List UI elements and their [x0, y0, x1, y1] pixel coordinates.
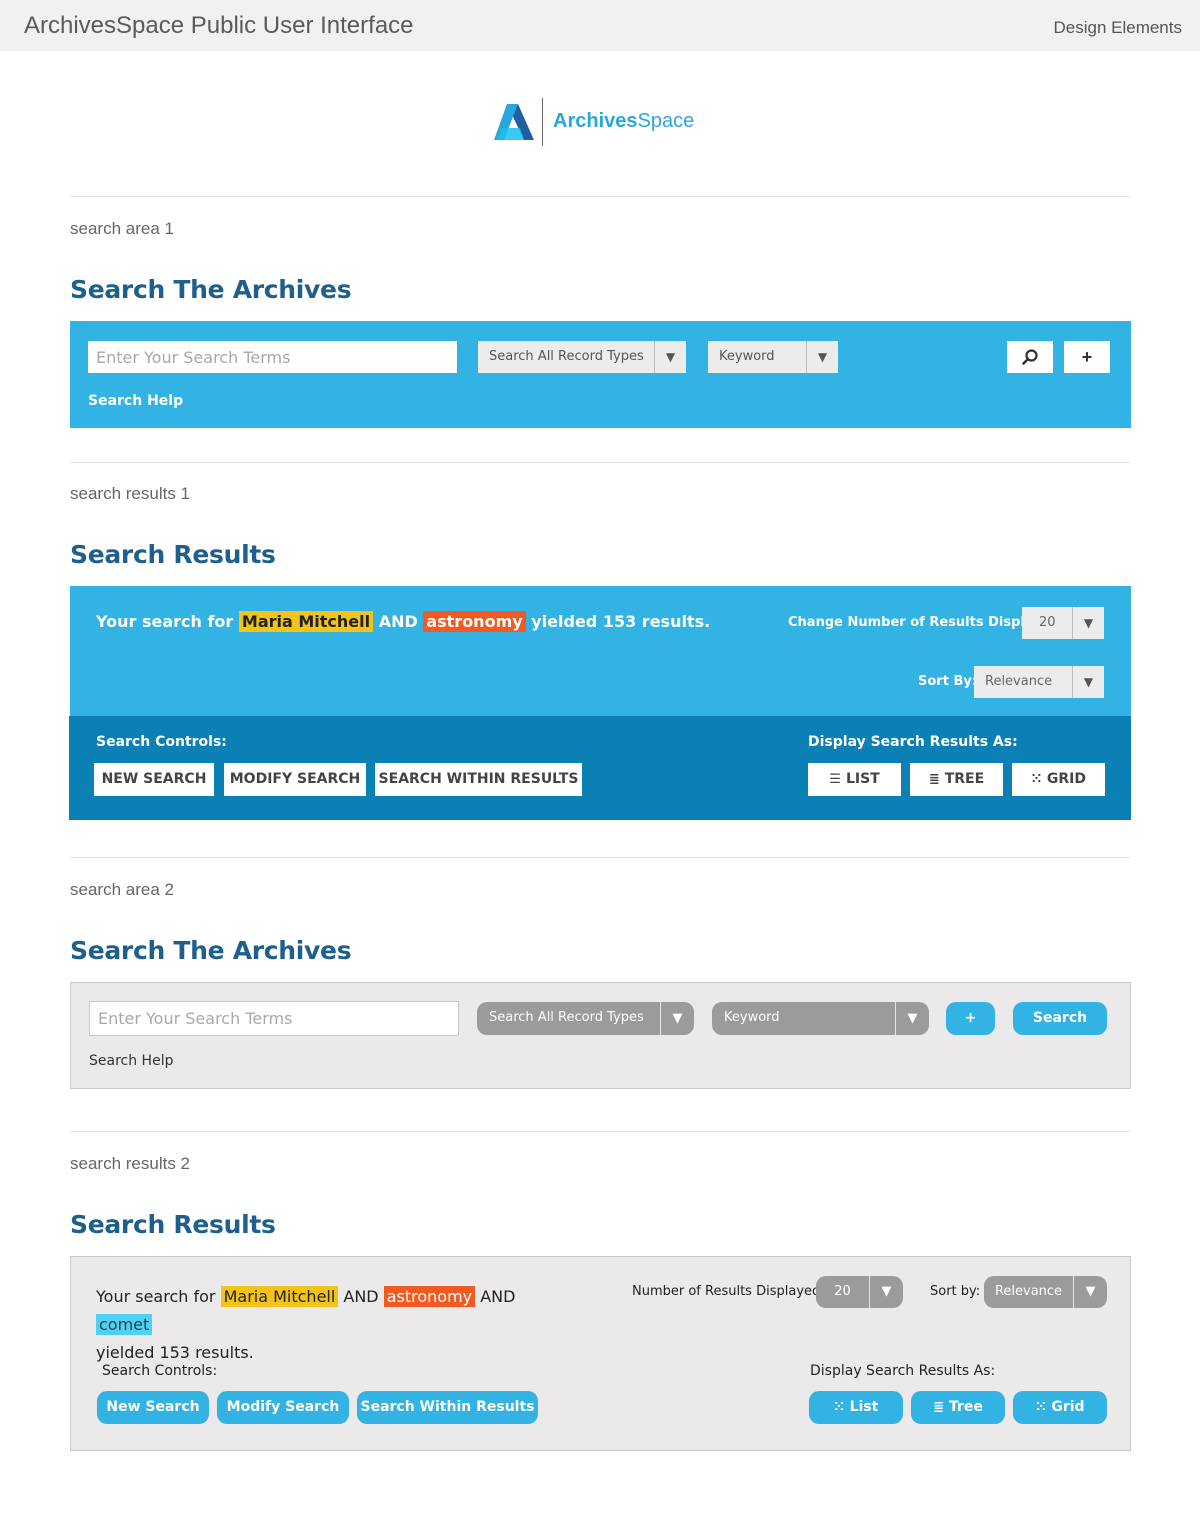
tree-icon: ≣ — [928, 772, 940, 787]
modify-search-button[interactable]: Modify Search — [217, 1391, 349, 1424]
dropdown-arrow-icon: ▼ — [806, 341, 838, 373]
section-label-search-area-2: search area 2 — [70, 880, 174, 899]
sort-by-label: Sort By: — [918, 674, 978, 689]
results-per-page-value: 20 — [834, 1284, 851, 1299]
search-term-highlight: astronomy — [383, 1286, 476, 1307]
app-title: ArchivesSpace Public User Interface — [24, 12, 414, 39]
record-type-value: Search All Record Types — [489, 349, 644, 364]
search-term-highlight: Maria Mitchell — [220, 1286, 339, 1307]
display-tree-button[interactable]: ≣ Tree — [911, 1391, 1005, 1424]
search-results-1-summary-panel: Your search for Maria Mitchell AND astro… — [70, 586, 1131, 716]
search-term-highlight: Maria Mitchell — [238, 611, 374, 632]
search-area-2-title: Search The Archives — [70, 936, 352, 965]
logo-divider — [542, 98, 543, 146]
search-field-select[interactable]: Keyword ▼ — [708, 341, 838, 373]
divider — [70, 1131, 1131, 1132]
divider — [70, 196, 1131, 197]
section-label-search-area-1: search area 1 — [70, 219, 174, 238]
sort-by-value: Relevance — [994, 1284, 1063, 1299]
divider — [70, 857, 1131, 858]
display-as-label: Display Search Results As: — [810, 1363, 996, 1379]
modify-search-button[interactable]: MODIFY SEARCH — [224, 763, 366, 796]
list-icon: ☰ — [829, 772, 841, 787]
search-controls-label: Search Controls: — [96, 734, 227, 750]
dropdown-arrow-icon: ▼ — [1072, 666, 1104, 698]
sort-by-select[interactable]: Relevance ▼ — [984, 1276, 1107, 1308]
sort-by-select[interactable]: Relevance ▼ — [974, 666, 1104, 698]
search-term-highlight: astronomy — [423, 611, 526, 632]
search-within-results-button[interactable]: SEARCH WITHIN RESULTS — [375, 763, 582, 796]
archivesspace-a-logo-icon — [494, 104, 534, 140]
search-results-1-controls-panel: Search Controls: NEW SEARCH MODIFY SEARC… — [69, 716, 1131, 820]
results-per-page-label: Number of Results Displayed: — [632, 1284, 825, 1299]
dropdown-arrow-icon: ▼ — [1073, 1276, 1107, 1308]
tree-icon: ≣ — [933, 1400, 944, 1415]
logo-wordmark: ArchivesSpace — [553, 110, 695, 132]
search-results-1-title: Search Results — [70, 540, 276, 569]
search-field-value: Keyword — [724, 1010, 780, 1025]
dropdown-arrow-icon: ▼ — [660, 1002, 694, 1035]
dropdown-arrow-icon: ▼ — [1072, 607, 1104, 639]
top-bar: ArchivesSpace Public User Interface Desi… — [0, 0, 1200, 51]
divider — [70, 462, 1131, 463]
search-input[interactable] — [89, 1001, 459, 1036]
design-elements-link[interactable]: Design Elements — [1053, 18, 1182, 38]
search-icon — [1022, 349, 1038, 365]
results-per-page-select[interactable]: 20 ▼ — [1022, 607, 1104, 639]
display-as-label: Display Search Results As: — [808, 734, 1018, 750]
display-list-button[interactable]: ⁙ List — [809, 1391, 903, 1424]
search-controls-label: Search Controls: — [102, 1363, 218, 1379]
display-grid-button[interactable]: ⁙ Grid — [1013, 1391, 1107, 1424]
search-term-highlight: comet — [96, 1314, 153, 1335]
record-type-select[interactable]: Search All Record Types ▼ — [477, 1002, 694, 1035]
new-search-button[interactable]: New Search — [97, 1391, 209, 1424]
add-search-row-button[interactable]: + — [946, 1002, 995, 1035]
search-field-select[interactable]: Keyword ▼ — [712, 1002, 929, 1035]
display-grid-button[interactable]: ⁙ GRID — [1012, 763, 1105, 796]
grid-icon: ⁙ — [833, 1400, 845, 1415]
section-label-search-results-2: search results 2 — [70, 1154, 190, 1173]
search-within-results-button[interactable]: Search Within Results — [357, 1391, 538, 1424]
search-field-value: Keyword — [719, 349, 775, 364]
sort-by-label: Sort by: — [930, 1284, 981, 1299]
record-type-value: Search All Record Types — [489, 1010, 644, 1025]
search-results-2-title: Search Results — [70, 1210, 276, 1239]
archivesspace-logo[interactable]: ArchivesSpace — [494, 98, 704, 146]
grid-icon: ⁙ — [1030, 772, 1042, 787]
new-search-button[interactable]: NEW SEARCH — [94, 763, 214, 796]
section-label-search-results-1: search results 1 — [70, 484, 190, 503]
sort-by-value: Relevance — [985, 674, 1053, 689]
dropdown-arrow-icon: ▼ — [654, 341, 686, 373]
search-area-1-title: Search The Archives — [70, 275, 352, 304]
dropdown-arrow-icon: ▼ — [869, 1276, 903, 1308]
grid-icon: ⁙ — [1035, 1400, 1047, 1415]
search-help-link[interactable]: Search Help — [89, 1053, 173, 1069]
search-area-2-panel: Search All Record Types ▼ Keyword ▼ + Se… — [70, 982, 1131, 1089]
search-input[interactable] — [88, 341, 457, 373]
search-area-1-panel: Search All Record Types ▼ Keyword ▼ + Se… — [70, 321, 1131, 428]
search-help-link[interactable]: Search Help — [88, 393, 183, 409]
dropdown-arrow-icon: ▼ — [895, 1002, 929, 1035]
results-summary: Your search for Maria Mitchell AND astro… — [96, 1286, 516, 1362]
search-results-2-panel: Your search for Maria Mitchell AND astro… — [70, 1256, 1131, 1451]
search-button[interactable] — [1007, 341, 1053, 373]
search-button[interactable]: Search — [1013, 1002, 1107, 1035]
display-tree-button[interactable]: ≣ TREE — [910, 763, 1003, 796]
results-per-page-value: 20 — [1039, 615, 1056, 630]
display-list-button[interactable]: ☰ LIST — [808, 763, 901, 796]
results-summary: Your search for Maria Mitchell AND astro… — [96, 611, 711, 632]
record-type-select[interactable]: Search All Record Types ▼ — [478, 341, 686, 373]
results-per-page-select[interactable]: 20 ▼ — [816, 1276, 903, 1308]
add-search-row-button[interactable]: + — [1064, 341, 1110, 373]
